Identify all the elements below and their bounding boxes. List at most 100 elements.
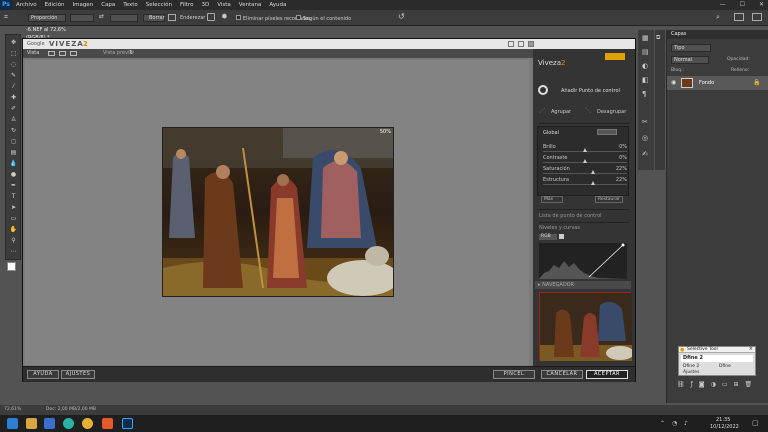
history-panel-icon[interactable]: ▦ [642,34,649,42]
edge-icon[interactable] [63,418,74,429]
info-panel-icon[interactable]: ¶ [642,90,646,98]
gear-icon[interactable]: ✹ [221,12,228,21]
crop-tool-icon[interactable]: ⌗ [4,13,18,23]
document-tab[interactable]: -6.NEF al 72,6% (RGB/8) * [23,26,83,41]
maximize-button[interactable]: ☐ [740,1,745,8]
file-explorer-icon[interactable] [26,418,37,429]
lasso-tool-icon[interactable]: ◌ [9,61,18,68]
menu-imagen[interactable]: Imagen [68,2,97,8]
adjustment-layer-icon[interactable]: ◑ [711,381,716,388]
brave-icon[interactable] [102,418,113,429]
menu-3d[interactable]: 3D [197,2,213,8]
selective-item-primary[interactable]: Dfine 2 [681,355,753,362]
history-brush-icon[interactable]: ↻ [9,127,18,134]
mail-icon[interactable] [44,418,55,429]
clear-button[interactable]: Borrar [143,14,165,22]
mask-icon[interactable]: ◙ [699,381,705,388]
hand-tool-icon[interactable]: ✋ [9,226,18,233]
reset-icon[interactable]: ↺ [398,12,405,21]
background-view-icon[interactable] [528,41,534,47]
preview-image[interactable]: 50% [162,127,394,297]
menu-ayuda[interactable]: Ayuda [265,2,290,8]
slider-track[interactable] [543,173,627,174]
document-size-status[interactable]: Doc: 2,00 MB/2,00 MB [46,407,96,412]
menu-archivo[interactable]: Archivo [12,2,41,8]
selective-tool-titlebar[interactable]: Selective Tool ● × [679,346,755,353]
navigator-thumbnail[interactable] [539,292,634,361]
tray-chevron-icon[interactable]: ⌃ [660,420,665,427]
global-dropdown[interactable] [597,129,617,135]
layer-kind-filter[interactable]: Tipo [671,44,711,52]
preview-toggle-icon[interactable]: ↻ [129,49,134,56]
group-icon[interactable]: ⋰ [539,107,545,114]
menu-seleccion[interactable]: Selección [142,2,176,8]
dodge-tool-icon[interactable]: ● [9,171,18,178]
properties-panel-icon[interactable]: ▤ [642,48,649,56]
content-aware-toggle[interactable]: Según el contenido [296,15,351,22]
chrome-icon[interactable] [82,418,93,429]
single-view-icon[interactable] [48,51,55,56]
menu-edicion[interactable]: Edición [41,2,69,8]
curves-graph[interactable] [539,243,627,279]
menu-filtro[interactable]: Filtro [176,2,197,8]
brush-button[interactable]: PINCEL [493,370,535,379]
slider-track[interactable] [543,184,627,185]
search-icon[interactable]: ⌕ [716,13,720,22]
color-panel-icon[interactable]: ◐ [642,62,648,70]
close-button[interactable]: ✕ [759,1,764,8]
slider-estructura[interactable]: Estructura 22% [543,177,627,187]
swap-dimensions-icon[interactable]: ⇄ [99,13,104,20]
menu-ventana[interactable]: Ventana [235,2,266,8]
tools-preset-icon[interactable]: ✂ [642,118,648,126]
slider-handle[interactable] [590,170,595,174]
channels-panel-icon[interactable]: ◎ [642,134,648,142]
add-control-point-icon[interactable] [538,85,548,95]
path-select-icon[interactable]: ➤ [9,204,18,211]
accept-button[interactable]: ACEPTAR [586,370,628,379]
ungroup-button[interactable]: Desagrupar [597,109,626,115]
split-view-icon[interactable] [59,51,66,56]
menu-texto[interactable]: Texto [119,2,142,8]
workspace-icon[interactable] [734,13,744,21]
pen-tool-icon[interactable]: ✒ [9,182,18,189]
slider-contraste[interactable]: Contraste 0% [543,155,627,165]
slider-handle[interactable] [582,159,587,163]
add-control-point-label[interactable]: Añadir Punto de control [561,88,620,94]
rgb-channel-dropdown[interactable]: RGB [539,234,557,240]
slider-saturacion[interactable]: Saturación 22% [543,166,627,176]
link-layers-icon[interactable]: ⛓ [677,381,685,388]
volume-icon[interactable]: ♪ [684,420,688,427]
minimize-button[interactable]: — [720,1,726,8]
delete-cropped-checkbox[interactable] [236,15,241,20]
eraser-tool-icon[interactable]: ◻ [9,138,18,145]
quick-select-tool-icon[interactable]: ✎ [9,72,18,79]
menu-vista[interactable]: Vista [213,2,235,8]
menu-capa[interactable]: Capa [97,2,119,8]
type-tool-icon[interactable]: T [9,193,18,200]
share-icon[interactable] [752,13,762,21]
cancel-button[interactable]: CANCELAR [541,370,583,379]
slider-handle[interactable] [590,181,595,185]
gradient-tool-icon[interactable]: ▤ [9,149,18,156]
tab-layers[interactable]: Capas [671,31,686,37]
selective-close-icon[interactable]: × [749,346,753,352]
new-layer-icon[interactable]: ⊞ [734,381,739,388]
group-button[interactable]: Agrupar [551,109,571,115]
selective-settings[interactable]: Ajustes [681,370,753,376]
overlay-grid-icon[interactable] [207,13,215,21]
blur-tool-icon[interactable]: 💧 [9,160,18,167]
help-button[interactable]: AYUDA [27,370,59,379]
stamp-tool-icon[interactable]: ♙ [9,116,18,123]
network-icon[interactable]: ◔ [672,420,677,427]
content-aware-checkbox[interactable] [296,15,301,20]
paths-panel-icon[interactable]: ✍ [642,150,648,158]
clock-date[interactable]: 10/12/2022 [710,424,739,430]
fit-view-icon[interactable] [508,41,514,47]
artboard-tool-icon[interactable]: ⬚ [9,50,18,57]
reset-button[interactable]: Restaurar [595,196,623,203]
navigator-header[interactable]: ▸ NAVEGADOR [535,281,631,289]
crop-width-input[interactable] [70,14,94,22]
slider-brillo[interactable]: Brillo 0% [543,144,627,154]
windows-start-icon[interactable] [7,418,18,429]
clock-time[interactable]: 21:35 [716,417,730,423]
